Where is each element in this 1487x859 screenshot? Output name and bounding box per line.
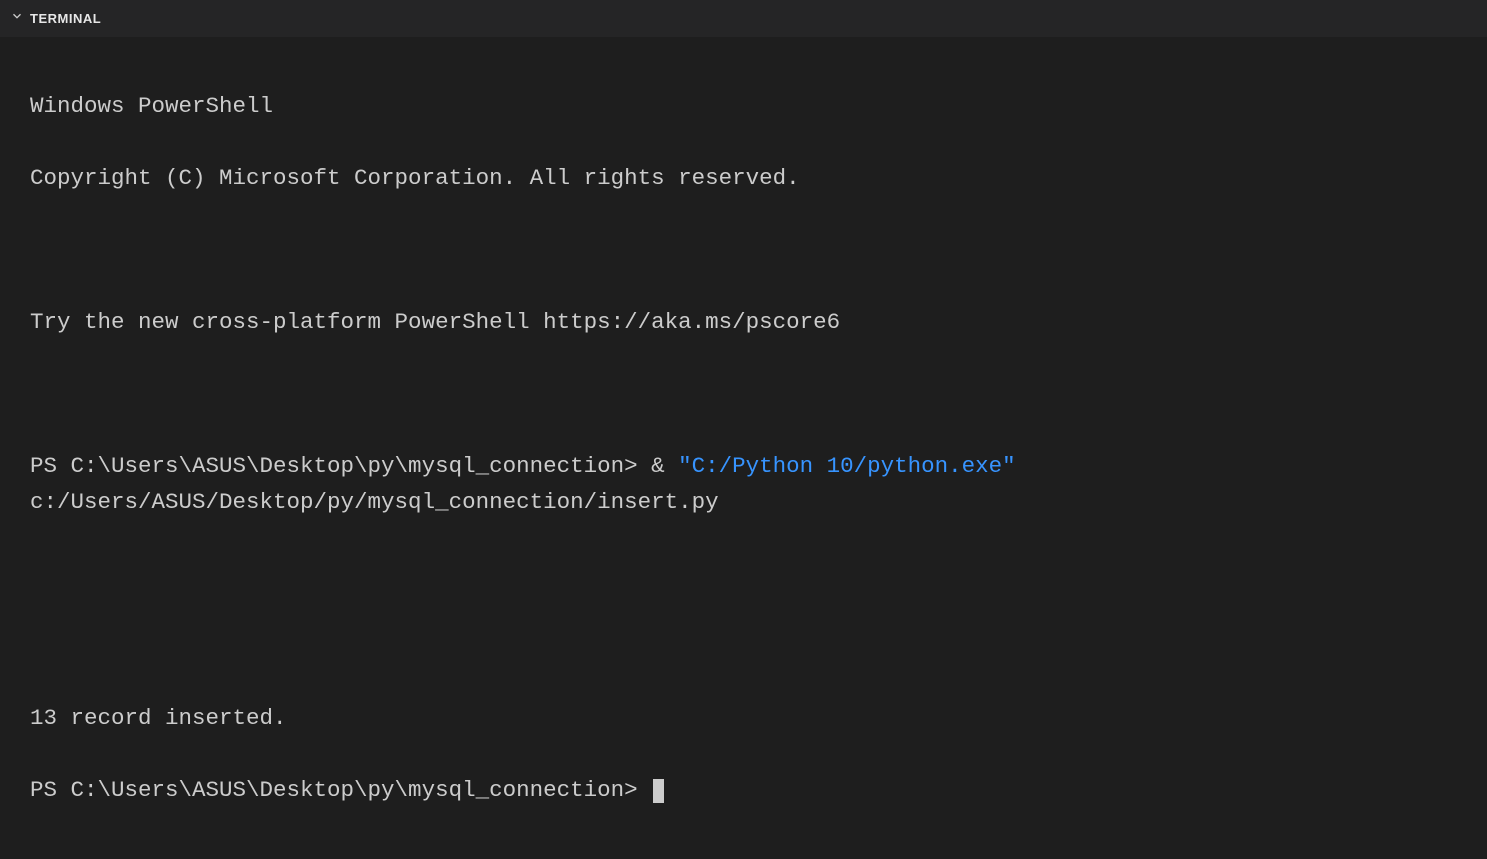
terminal-panel-header: TERMINAL — [0, 0, 1487, 38]
terminal-output-area[interactable]: Windows PowerShell Copyright (C) Microso… — [0, 38, 1487, 858]
terminal-blank-line — [30, 556, 1457, 592]
terminal-blank-line — [30, 232, 1457, 268]
cursor-icon — [653, 779, 664, 803]
terminal-output-line: 13 record inserted. — [30, 700, 1457, 736]
prompt-text: PS C:\Users\ASUS\Desktop\py\mysql_connec… — [30, 777, 651, 803]
chevron-down-icon[interactable] — [10, 9, 24, 28]
terminal-blank-line — [30, 628, 1457, 664]
terminal-line: Try the new cross-platform PowerShell ht… — [30, 304, 1457, 340]
prompt-prefix: PS C:\Users\ASUS\Desktop\py\mysql_connec… — [30, 453, 678, 479]
quoted-python-path: "C:/Python 10/python.exe" — [678, 453, 1016, 479]
terminal-line: Windows PowerShell — [30, 88, 1457, 124]
terminal-prompt-line: PS C:\Users\ASUS\Desktop\py\mysql_connec… — [30, 772, 1457, 808]
terminal-command-line: PS C:\Users\ASUS\Desktop\py\mysql_connec… — [30, 448, 1457, 520]
terminal-tab-label[interactable]: TERMINAL — [30, 11, 101, 26]
terminal-blank-line — [30, 376, 1457, 412]
terminal-line: Copyright (C) Microsoft Corporation. All… — [30, 160, 1457, 196]
